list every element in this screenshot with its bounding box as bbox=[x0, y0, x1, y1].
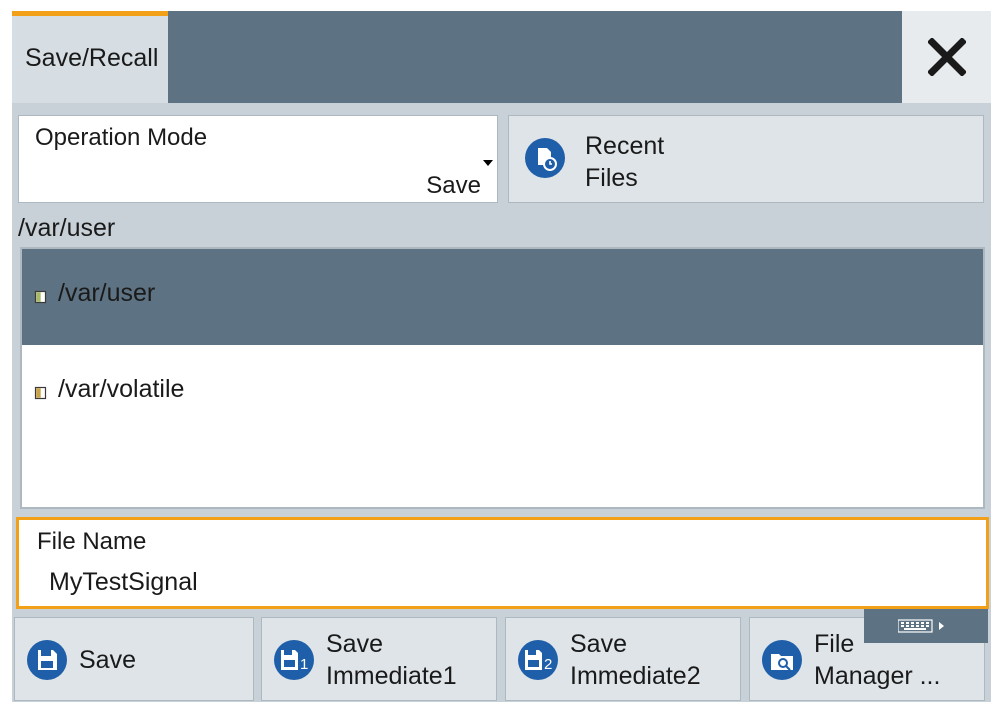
save-immediate-1-label: Save Immediate1 bbox=[326, 628, 457, 692]
close-icon bbox=[928, 38, 966, 76]
list-item-label: /var/user bbox=[58, 279, 156, 307]
save-immediate-1-icon: 1 bbox=[274, 640, 314, 680]
recent-files-line2: Files bbox=[585, 164, 638, 192]
operation-mode-label: Operation Mode bbox=[35, 124, 208, 151]
recent-files-label: Recent Files bbox=[585, 130, 664, 194]
save-immediate-2-icon: 2 bbox=[518, 640, 558, 680]
save-immediate-1-line2: Immediate1 bbox=[326, 662, 457, 690]
file-name-value: MyTestSignal bbox=[49, 568, 198, 596]
tab-save-recall[interactable]: Save/Recall bbox=[12, 11, 168, 103]
close-button[interactable] bbox=[902, 11, 991, 103]
file-list: /var/user /var/volatile bbox=[20, 247, 985, 509]
save-immediate-1-line1: Save bbox=[326, 630, 383, 658]
svg-text:1: 1 bbox=[300, 656, 308, 673]
save-button[interactable]: Save bbox=[14, 617, 254, 701]
operation-mode-value: Save bbox=[426, 172, 481, 199]
current-path: /var/user bbox=[18, 214, 116, 242]
file-manager-line1: File bbox=[814, 630, 855, 658]
folder-icon bbox=[34, 290, 47, 304]
tab-label: Save/Recall bbox=[25, 44, 159, 72]
recent-files-icon bbox=[525, 138, 565, 178]
list-item[interactable]: /var/user bbox=[22, 249, 983, 345]
save-immediate-2-line1: Save bbox=[570, 630, 627, 658]
svg-text:2: 2 bbox=[544, 656, 552, 673]
save-icon bbox=[27, 640, 67, 680]
recent-files-button[interactable]: Recent Files bbox=[508, 115, 984, 203]
operation-mode-select[interactable]: Operation Mode Save bbox=[18, 115, 498, 203]
save-immediate-2-button[interactable]: 2 Save Immediate2 bbox=[505, 617, 741, 701]
dropdown-arrow-icon bbox=[483, 160, 493, 166]
list-item[interactable]: /var/volatile bbox=[22, 345, 983, 441]
folder-icon bbox=[34, 386, 47, 400]
save-immediate-1-button[interactable]: 1 Save Immediate1 bbox=[261, 617, 497, 701]
keyboard-button[interactable] bbox=[864, 609, 988, 643]
title-bar: Save/Recall bbox=[12, 11, 991, 103]
keyboard-icon bbox=[898, 619, 944, 633]
file-name-label: File Name bbox=[37, 528, 147, 555]
list-item-label: /var/volatile bbox=[58, 375, 185, 403]
save-immediate-2-line2: Immediate2 bbox=[570, 662, 701, 690]
save-button-label: Save bbox=[79, 646, 136, 674]
file-manager-line2: Manager ... bbox=[814, 662, 941, 690]
save-recall-dialog: Save/Recall Operation Mode Save Recent F… bbox=[12, 11, 991, 702]
file-name-field[interactable]: File Name MyTestSignal bbox=[16, 517, 989, 609]
recent-files-line1: Recent bbox=[585, 132, 665, 160]
save-immediate-2-label: Save Immediate2 bbox=[570, 628, 701, 692]
file-manager-icon bbox=[762, 640, 802, 680]
